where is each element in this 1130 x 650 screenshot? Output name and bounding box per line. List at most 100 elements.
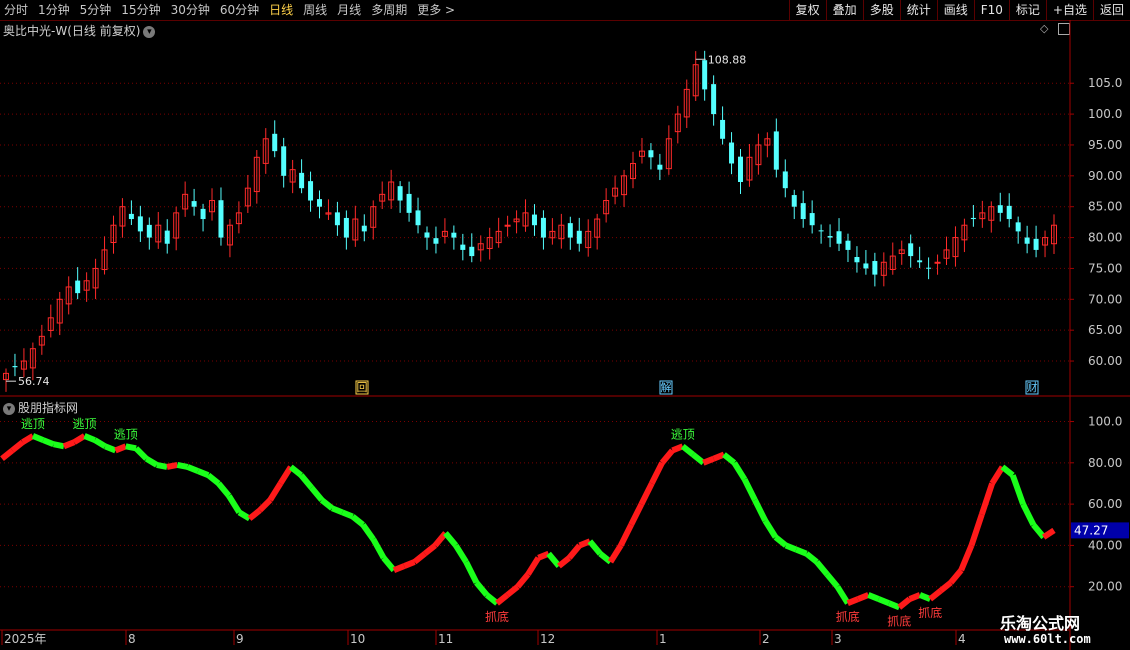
indicator-segment <box>93 437 107 449</box>
x-tick-label: 8 <box>128 632 136 646</box>
indicator-segment <box>72 433 87 445</box>
event-marker-label: 解 <box>661 380 672 394</box>
indicator-segment <box>784 542 798 553</box>
y-tick-label: 80.00 <box>1088 456 1122 470</box>
y-tick-label: 65.00 <box>1088 323 1122 337</box>
x-tick-label: 2025年 <box>4 632 47 646</box>
indicator-segment <box>443 531 459 548</box>
indicator-segment <box>104 443 117 454</box>
y-tick-label: 100.0 <box>1088 107 1122 121</box>
indicator-segment <box>649 461 665 485</box>
indicator-segment <box>360 523 376 541</box>
indicator-segment <box>21 433 35 445</box>
indicator-segment <box>948 568 964 585</box>
candle-body <box>424 232 430 238</box>
candle-body <box>12 366 18 368</box>
candle-body <box>800 203 806 220</box>
candle-body <box>218 200 224 238</box>
indicator-segment <box>341 509 354 520</box>
candle-body <box>137 216 143 232</box>
y-tick-label: 105.0 <box>1088 76 1122 90</box>
candle-body <box>729 142 735 164</box>
indicator-segment <box>133 446 149 461</box>
indicator-segment <box>237 509 252 522</box>
indicator-segment <box>525 556 541 576</box>
current-value-label: 47.27 <box>1074 523 1108 537</box>
chart-canvas[interactable]: 逃顶 逃顶逃顶 逃顶抓底 抓底 抓底抓底 105.0100.095.0090.0085.… <box>0 0 1130 650</box>
grid-lines <box>0 82 1070 588</box>
candle-body <box>128 213 134 220</box>
watermark-url: www.60lt.com <box>1004 632 1091 646</box>
candle-body <box>827 236 833 238</box>
indicator-segment <box>566 543 582 560</box>
indicator-segment <box>422 543 438 557</box>
candle-body <box>397 186 403 201</box>
y-tick-label: 85.00 <box>1088 200 1122 214</box>
indicator-segment <box>846 596 860 607</box>
indicator-segment <box>474 580 490 597</box>
indicator-segment <box>495 592 510 606</box>
candle-body <box>308 181 314 201</box>
candle-body <box>75 280 81 294</box>
y-tick-label: 80.00 <box>1088 231 1122 245</box>
candle-body <box>1006 205 1012 220</box>
x-tick-label: 2 <box>762 632 770 646</box>
indicator-segment <box>856 592 870 602</box>
indicator-segment <box>618 523 634 547</box>
candle-body <box>917 260 923 263</box>
indicator-segment <box>226 494 242 514</box>
indicator-segment <box>196 468 210 478</box>
indicator-segment <box>144 456 159 468</box>
candle-body <box>872 261 878 275</box>
candle-body <box>818 230 824 232</box>
candlestick-series <box>3 50 1057 392</box>
indicator-segment <box>381 555 397 573</box>
indicator-segment <box>1031 522 1046 540</box>
indicator-segment <box>546 551 562 568</box>
indicator-segment <box>752 498 768 522</box>
y-tick-label: 20.00 <box>1088 580 1122 594</box>
indicator-segment <box>52 441 65 450</box>
candle-body <box>1033 238 1039 250</box>
escape-top-label: 逃顶 <box>73 417 97 431</box>
indicator-segment <box>31 433 45 443</box>
candle-body <box>146 224 152 238</box>
indicator-segment <box>795 546 808 557</box>
x-tick-label: 10 <box>350 632 365 646</box>
indicator-segment <box>1042 527 1056 540</box>
indicator-segment <box>10 439 25 453</box>
indicator-segment <box>1020 502 1037 527</box>
indicator-segment <box>557 555 572 569</box>
indicator-segment <box>968 513 985 547</box>
indicator-segment <box>350 514 365 528</box>
candle-body <box>406 193 412 213</box>
candle-body <box>791 195 797 207</box>
event-marker-label: 财 <box>1027 380 1038 394</box>
indicator-segment <box>762 519 779 539</box>
candle-body <box>433 238 439 244</box>
indicator-segment <box>370 537 387 560</box>
candle-body <box>164 230 170 244</box>
indicator-segment <box>928 588 943 602</box>
indicator-segment <box>463 560 480 584</box>
indicator-segment <box>62 439 76 450</box>
y-tick-label: 60.00 <box>1088 497 1122 511</box>
indicator-segment <box>702 455 715 466</box>
indicator-segment <box>505 584 520 598</box>
candle-body <box>836 231 842 244</box>
indicator-segment <box>125 443 137 452</box>
indicator-segment <box>741 477 758 502</box>
candle-body <box>908 243 914 257</box>
y-tick-label: 70.00 <box>1088 292 1122 306</box>
indicator-segment <box>897 596 912 610</box>
y-tick-label: 95.00 <box>1088 138 1122 152</box>
indicator-segment <box>257 497 273 513</box>
indicator-segment <box>867 592 880 602</box>
indicator-segment <box>824 572 840 589</box>
y-tick-label: 75.00 <box>1088 261 1122 275</box>
indicator-segment <box>659 448 675 465</box>
indicator-segment <box>403 559 416 569</box>
candle-body <box>460 244 466 250</box>
indicator-segment <box>186 464 200 474</box>
indicator-segment <box>607 543 624 564</box>
